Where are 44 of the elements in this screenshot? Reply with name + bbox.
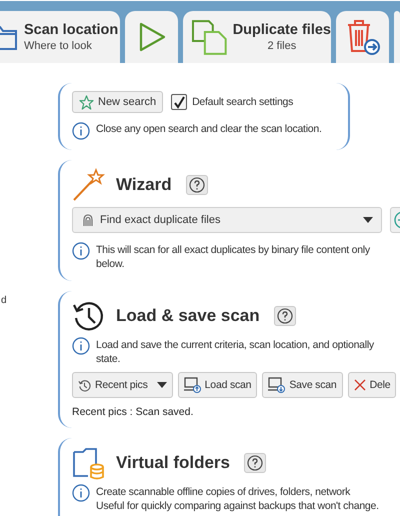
info-icon	[72, 242, 90, 260]
play-icon	[138, 22, 166, 52]
status-text: Recent pics : Scan saved.	[72, 406, 194, 418]
info-text: Create scannable offline copies of drives, folders, network Useful for quickly comparing against backups that won't change.	[96, 485, 379, 513]
info-icon	[72, 122, 90, 140]
history-icon	[78, 378, 91, 392]
duplicate-files-tab[interactable]: Duplicate files 2 files	[183, 11, 331, 63]
delete-files-tab[interactable]	[336, 11, 389, 63]
side-label: d	[1, 295, 7, 306]
history-icon	[72, 299, 106, 333]
info-text: Close any open search and clear the scan location.	[96, 123, 322, 135]
help-button[interactable]	[186, 175, 208, 195]
new-search-button[interactable]: New search	[72, 91, 164, 113]
scan-location-tab[interactable]: Scan location Where to look	[0, 11, 120, 63]
fingerprint-icon	[81, 212, 95, 228]
recent-pics-button[interactable]: Recent pics	[72, 372, 173, 398]
load-save-heading: Load & save scan	[116, 306, 260, 326]
info-text: Load and save the current criteria, scan location, and optionally state.	[96, 338, 374, 366]
wizard-heading: Wizard	[116, 175, 172, 195]
copy-icon	[191, 19, 227, 55]
help-icon	[188, 177, 205, 193]
load-scan-button[interactable]: Load scan	[178, 372, 258, 398]
virtual-folders-heading: Virtual folders	[116, 453, 230, 473]
help-button[interactable]	[244, 453, 266, 473]
help-button[interactable]	[274, 306, 296, 326]
help-icon	[247, 455, 263, 471]
start-scan-tab[interactable]	[125, 11, 178, 63]
wizard-dropdown[interactable]: Find exact duplicate files	[72, 207, 382, 233]
help-icon	[276, 308, 293, 324]
save-scan-button[interactable]: Save scan	[262, 372, 343, 398]
close-icon	[354, 379, 366, 391]
caret-icon	[156, 382, 167, 388]
magic-wand-icon	[72, 168, 106, 202]
info-icon	[72, 337, 90, 355]
info-icon	[72, 484, 90, 502]
default-search-settings-label: Default search settings	[192, 96, 294, 108]
monitor-icon	[184, 377, 201, 393]
monitor-icon	[268, 377, 286, 393]
info-text: This will scan for all exact duplicates by binary file content only below.	[96, 243, 370, 271]
caret-icon	[363, 217, 373, 223]
checkbox[interactable]	[171, 94, 188, 110]
star-icon	[79, 94, 94, 110]
delete-button[interactable]: Dele	[348, 372, 396, 398]
folder-database-icon	[72, 446, 106, 480]
